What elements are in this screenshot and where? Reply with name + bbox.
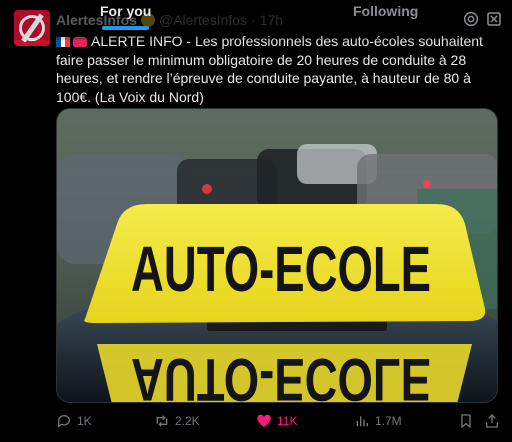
reply-button[interactable]: 1K [56, 413, 92, 429]
tab-following[interactable]: Following [353, 3, 418, 19]
share-icon [486, 414, 498, 428]
bookmark-button[interactable] [458, 413, 474, 429]
repost-count: 2.2K [175, 414, 200, 428]
tweet-body: ALERTE INFO - Les professionnels des aut… [56, 33, 483, 105]
tweet-text: ALERTE INFO - Les professionnels des aut… [56, 32, 506, 106]
share-button[interactable] [484, 413, 500, 429]
sign-reflection-text: AUTO-ECOLE [131, 346, 431, 403]
reply-icon [57, 415, 70, 428]
driving-school-sign-photo: AUTO-ECOLE AUTO-ECOLE [57, 109, 497, 403]
views-button[interactable]: 1.7M [354, 413, 402, 429]
tab-for-you[interactable]: For you [100, 3, 151, 19]
views-icon [356, 416, 368, 427]
timeline-tabs: For you Following [0, 0, 512, 40]
more-icon[interactable] [485, 10, 503, 28]
tweet-media-image[interactable]: AUTO-ECOLE AUTO-ECOLE [56, 108, 498, 403]
like-count: 11K [277, 414, 298, 428]
reply-count: 1K [77, 414, 92, 428]
views-count: 1.7M [375, 414, 402, 428]
tweet-actions: 1K 2.2K 11K 1.7M [56, 413, 498, 433]
active-tab-indicator [102, 26, 149, 30]
bookmark-icon [461, 414, 471, 429]
heart-icon [257, 414, 271, 427]
sign-text: AUTO-ECOLE [131, 233, 431, 305]
repost-icon [156, 415, 168, 427]
settings-gear-icon[interactable] [462, 10, 480, 28]
repost-button[interactable]: 2.2K [154, 413, 200, 429]
like-button[interactable]: 11K [256, 413, 297, 429]
